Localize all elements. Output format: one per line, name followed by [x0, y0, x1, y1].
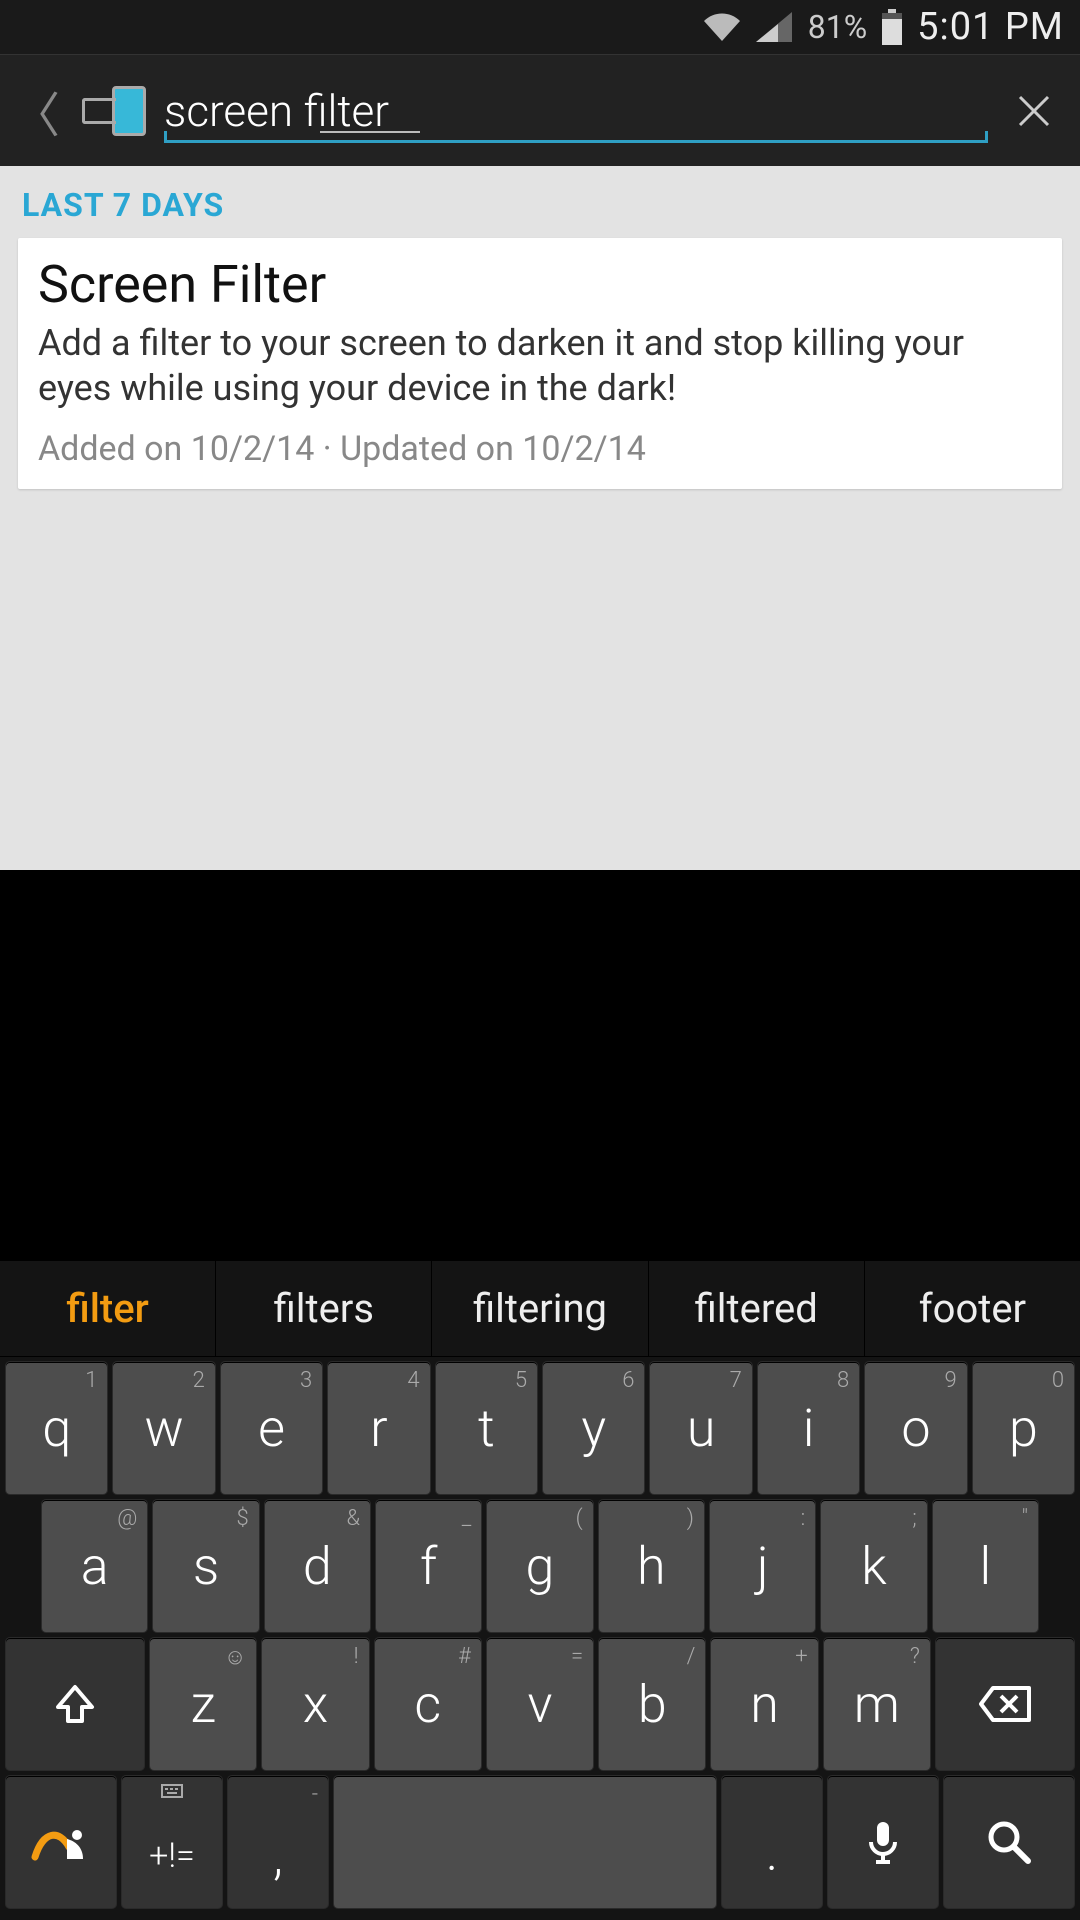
key-s[interactable]: $s	[153, 1500, 258, 1632]
key-q[interactable]: 1q	[6, 1362, 107, 1494]
symbols-key[interactable]: +!=	[122, 1776, 222, 1908]
mic-key[interactable]	[828, 1776, 938, 1908]
key-m[interactable]: ?m	[824, 1638, 930, 1770]
key-v[interactable]: =v	[487, 1638, 593, 1770]
clear-search-button[interactable]	[1006, 83, 1062, 139]
suggestion-5[interactable]: footer	[865, 1261, 1080, 1356]
result-description: Add a filter to your screen to darken it…	[38, 321, 1042, 411]
suggestion-1[interactable]: filter	[0, 1261, 216, 1356]
key-n[interactable]: +n	[711, 1638, 817, 1770]
battery-icon	[881, 9, 903, 45]
period-key[interactable]: .	[722, 1776, 822, 1908]
key-z[interactable]: ☺z	[150, 1638, 256, 1770]
key-d[interactable]: &d	[265, 1500, 370, 1632]
ime-word-underline	[320, 131, 420, 133]
key-y[interactable]: 6y	[543, 1362, 644, 1494]
suggestion-bar: filter filters filtering filtered footer	[0, 1261, 1080, 1357]
search-underline	[164, 137, 988, 147]
key-row-3: ☺z !x #c =v /b +n ?m	[2, 1635, 1078, 1773]
key-f[interactable]: _f	[376, 1500, 481, 1632]
key-o[interactable]: 9o	[865, 1362, 966, 1494]
key-k[interactable]: ;k	[821, 1500, 926, 1632]
cell-signal-icon	[756, 12, 792, 42]
back-button[interactable]: 〈	[8, 76, 64, 146]
key-w[interactable]: 2w	[113, 1362, 214, 1494]
key-g[interactable]: (g	[487, 1500, 592, 1632]
battery-percent: 81%	[808, 8, 867, 46]
search-field-wrap	[164, 75, 988, 147]
key-b[interactable]: /b	[599, 1638, 705, 1770]
key-e[interactable]: 3e	[221, 1362, 322, 1494]
key-j[interactable]: :j	[710, 1500, 815, 1632]
result-card[interactable]: Screen Filter Add a filter to your scree…	[18, 238, 1062, 489]
key-l[interactable]: "l	[933, 1500, 1038, 1632]
search-go-key[interactable]	[944, 1776, 1074, 1908]
key-c[interactable]: #c	[375, 1638, 481, 1770]
swype-key[interactable]	[6, 1776, 116, 1908]
suggestion-2[interactable]: filters	[216, 1261, 432, 1356]
xposed-app-icon[interactable]	[82, 84, 146, 138]
comma-key[interactable]: -,	[228, 1776, 328, 1908]
soft-keyboard: filter filters filtering filtered footer…	[0, 1261, 1080, 1920]
key-row-4: +!= -, .	[2, 1773, 1078, 1914]
key-row-1: 1q 2w 3e 4r 5t 6y 7u 8i 9o 0p	[2, 1359, 1078, 1497]
backspace-key[interactable]	[936, 1638, 1074, 1770]
section-header: LAST 7 DAYS	[18, 180, 1062, 238]
key-a[interactable]: @a	[42, 1500, 147, 1632]
shift-key[interactable]	[6, 1638, 144, 1770]
key-t[interactable]: 5t	[436, 1362, 537, 1494]
key-r[interactable]: 4r	[328, 1362, 429, 1494]
result-title: Screen Filter	[38, 254, 1042, 315]
suggestion-4[interactable]: filtered	[649, 1261, 865, 1356]
search-action-bar: 〈	[0, 54, 1080, 166]
wifi-icon	[702, 11, 742, 43]
key-i[interactable]: 8i	[758, 1362, 859, 1494]
key-x[interactable]: !x	[262, 1638, 368, 1770]
key-u[interactable]: 7u	[650, 1362, 751, 1494]
key-h[interactable]: )h	[599, 1500, 704, 1632]
status-clock: 5:01 PM	[917, 5, 1064, 49]
results-area: LAST 7 DAYS Screen Filter Add a filter t…	[0, 166, 1080, 870]
status-bar: 81% 5:01 PM	[0, 0, 1080, 54]
result-meta: Added on 10/2/14 · Updated on 10/2/14	[38, 429, 1042, 469]
key-row-2: @a $s &d _f (g )h :j ;k "l	[2, 1497, 1078, 1635]
key-p[interactable]: 0p	[973, 1362, 1074, 1494]
suggestion-3[interactable]: filtering	[432, 1261, 648, 1356]
space-key[interactable]	[334, 1776, 716, 1908]
